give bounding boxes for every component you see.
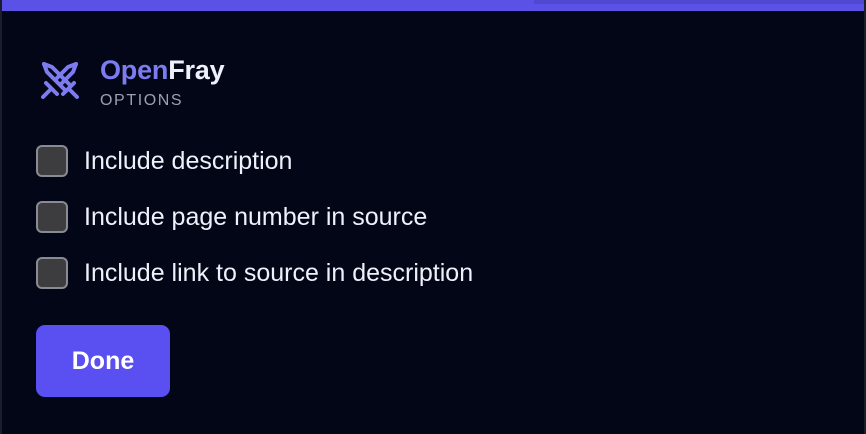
page-subtitle: OPTIONS <box>100 92 184 109</box>
options-window: OpenFray OPTIONS Include description Inc… <box>0 0 866 434</box>
done-button[interactable]: Done <box>36 325 170 397</box>
header: OpenFray OPTIONS <box>38 54 225 110</box>
include-page-number-checkbox[interactable] <box>36 201 68 233</box>
option-label: Include page number in source <box>84 203 428 231</box>
brand: OpenFray OPTIONS <box>100 54 225 110</box>
crossed-swords-icon <box>41 62 79 99</box>
accent-top-bar <box>2 0 864 11</box>
option-include-description[interactable]: Include description <box>36 144 473 178</box>
top-bar-shade <box>534 0 864 4</box>
option-include-source-link[interactable]: Include link to source in description <box>36 256 473 290</box>
include-source-link-checkbox[interactable] <box>36 257 68 289</box>
brand-name-open: Open <box>100 55 169 85</box>
option-include-page-number[interactable]: Include page number in source <box>36 200 473 234</box>
brand-name: OpenFray <box>100 54 225 86</box>
options-list: Include description Include page number … <box>36 144 473 312</box>
include-description-checkbox[interactable] <box>36 145 68 177</box>
brand-name-fray: Fray <box>168 55 225 85</box>
option-label: Include description <box>84 147 293 175</box>
option-label: Include link to source in description <box>84 259 474 287</box>
